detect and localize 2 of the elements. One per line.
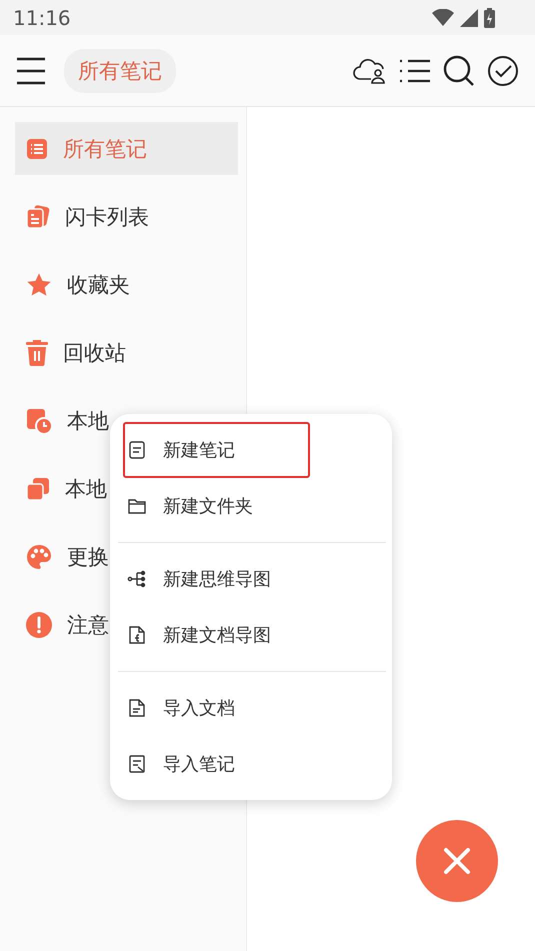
highlight-frame: 新建笔记 <box>123 422 310 478</box>
status-time: 11:16 <box>13 6 71 30</box>
